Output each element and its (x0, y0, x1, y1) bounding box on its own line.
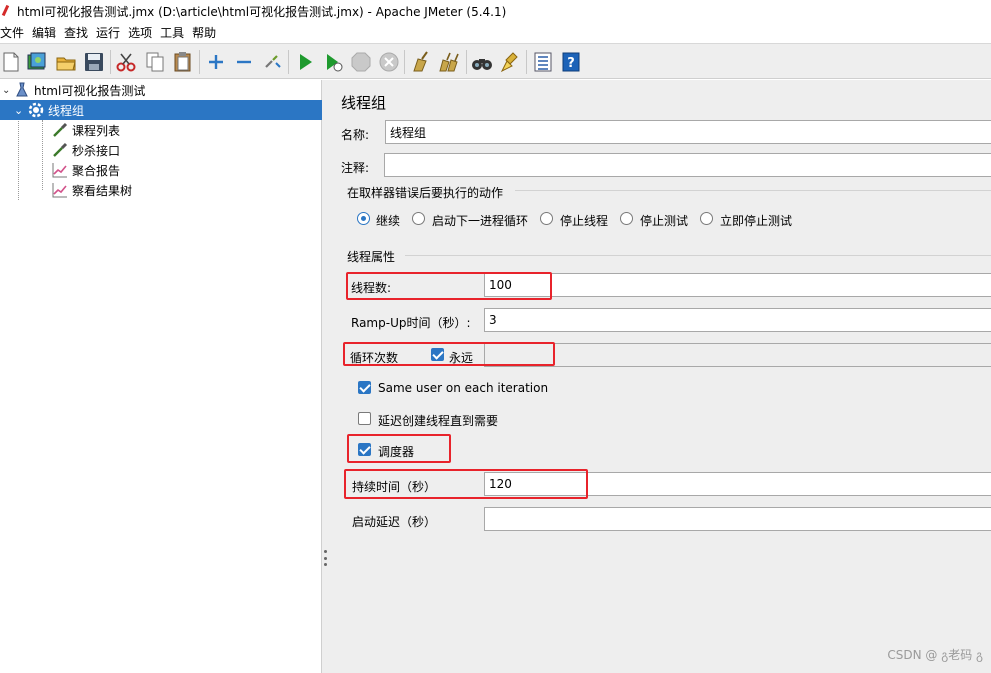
loop-forever-label[interactable]: 永远 (449, 349, 473, 366)
start-no-pause-icon[interactable] (322, 51, 344, 73)
error-action-section-label: 在取样器错误后要执行的动作 (347, 186, 504, 200)
stop-icon[interactable] (350, 51, 372, 73)
threads-label: 线程数: (351, 281, 392, 295)
test-plan-icon (14, 82, 30, 98)
watermark: CSDN @ გ老码 გ (887, 648, 983, 662)
paste-icon[interactable] (172, 51, 194, 73)
tree-node-http-request[interactable]: 课程列表 (52, 120, 120, 140)
search-icon[interactable] (471, 51, 493, 73)
same-user-label[interactable]: Same user on each iteration (378, 381, 548, 395)
menu-options[interactable]: 选项 (128, 24, 156, 41)
duration-field[interactable] (484, 472, 991, 496)
tree-node-label: html可视化报告测试 (34, 83, 146, 98)
tree-node-label: 课程列表 (72, 123, 121, 138)
collapse-icon[interactable] (233, 51, 255, 73)
loop-count-field (484, 343, 991, 367)
chart-icon (52, 182, 68, 198)
toolbar: ? (0, 43, 991, 79)
tree-node-label: 线程组 (48, 103, 85, 118)
tree-node-listener[interactable]: 察看结果树 (52, 180, 132, 200)
delay-thread-creation-label[interactable]: 延迟创建线程直到需要 (378, 412, 498, 429)
save-icon[interactable] (83, 51, 105, 73)
radio-stop-test-now-label[interactable]: 立即停止测试 (720, 212, 792, 229)
clear-icon[interactable] (410, 51, 432, 73)
svg-text:?: ? (567, 56, 575, 71)
cut-icon[interactable] (115, 51, 137, 73)
tree-node-http-request[interactable]: 秒杀接口 (52, 140, 120, 160)
pipette-icon (52, 142, 68, 158)
chevron-down-icon[interactable]: ⌄ (14, 104, 28, 117)
startup-delay-field[interactable] (484, 507, 991, 531)
start-icon[interactable] (294, 51, 316, 73)
same-user-checkbox[interactable] (358, 381, 371, 394)
radio-stop-test-now[interactable] (700, 212, 713, 225)
thread-properties-section-label: 线程属性 (347, 250, 396, 264)
tree-node-listener[interactable]: 聚合报告 (52, 160, 120, 180)
copy-icon[interactable] (144, 51, 166, 73)
test-plan-tree: ⌄ html可视化报告测试 ⌄ 线程组 课程列表 秒杀接口 聚合报告 察看结果树 (0, 80, 322, 673)
name-field[interactable] (385, 120, 991, 144)
menu-search[interactable]: 查找 (64, 24, 92, 41)
templates-icon[interactable] (26, 51, 48, 73)
thread-group-panel: 线程组 名称: 注释: 在取样器错误后要执行的动作 继续 启动下一进程循环 停止… (330, 80, 991, 673)
threads-field[interactable] (484, 273, 991, 297)
jmeter-feather-icon (1, 5, 11, 17)
menu-help[interactable]: 帮助 (192, 24, 220, 41)
radio-start-next-loop[interactable] (412, 212, 425, 225)
panel-title: 线程组 (341, 94, 387, 112)
radio-stop-thread-label[interactable]: 停止线程 (560, 212, 608, 229)
tree-node-label: 察看结果树 (72, 183, 133, 198)
comment-field[interactable] (384, 153, 991, 177)
menu-file[interactable]: 文件 (0, 24, 28, 41)
open-icon[interactable] (55, 51, 77, 73)
loop-count-label: 循环次数 (350, 351, 399, 365)
menu-run[interactable]: 运行 (96, 24, 124, 41)
chart-icon (52, 162, 68, 178)
tree-node-label: 秒杀接口 (72, 143, 121, 158)
radio-continue-label[interactable]: 继续 (376, 212, 400, 229)
rampup-field[interactable] (484, 308, 991, 332)
scheduler-checkbox[interactable] (358, 443, 371, 456)
gear-icon (28, 102, 44, 118)
comment-label: 注释: (341, 161, 370, 175)
radio-stop-test[interactable] (620, 212, 633, 225)
menu-edit[interactable]: 编辑 (32, 24, 60, 41)
menu-tools[interactable]: 工具 (160, 24, 188, 41)
scheduler-label[interactable]: 调度器 (378, 443, 414, 460)
split-pane-divider[interactable] (322, 80, 330, 673)
toggle-icon[interactable] (262, 51, 284, 73)
drag-handle-icon[interactable] (324, 550, 327, 566)
delay-thread-creation-checkbox[interactable] (358, 412, 371, 425)
new-icon[interactable] (0, 51, 22, 73)
duration-label: 持续时间（秒） (352, 480, 437, 494)
reset-search-icon[interactable] (499, 51, 521, 73)
shutdown-icon[interactable] (378, 51, 400, 73)
pipette-icon (52, 122, 68, 138)
chevron-down-icon[interactable]: ⌄ (2, 85, 14, 96)
function-helper-icon[interactable] (532, 51, 554, 73)
tree-node-label: 聚合报告 (72, 163, 121, 178)
window-title: html可视化报告测试.jmx (D:\article\html可视化报告测试.… (17, 4, 507, 19)
radio-start-next-loop-label[interactable]: 启动下一进程循环 (432, 212, 528, 229)
radio-stop-test-label[interactable]: 停止测试 (640, 212, 688, 229)
expand-icon[interactable] (205, 51, 227, 73)
clear-all-icon[interactable] (438, 51, 460, 73)
name-label: 名称: (341, 128, 370, 142)
loop-forever-checkbox[interactable] (431, 348, 444, 361)
radio-continue[interactable] (357, 212, 370, 225)
rampup-label: Ramp-Up时间（秒）: (351, 316, 471, 330)
menu-bar: 文件 编辑 查找 运行 选项 工具 帮助 (0, 22, 991, 43)
radio-stop-thread[interactable] (540, 212, 553, 225)
help-icon[interactable]: ? (560, 51, 582, 73)
startup-delay-label: 启动延迟（秒） (352, 515, 437, 529)
tree-node-test-plan[interactable]: ⌄ html可视化报告测试 (0, 80, 322, 100)
tree-node-thread-group[interactable]: ⌄ 线程组 (0, 100, 322, 120)
title-bar: html可视化报告测试.jmx (D:\article\html可视化报告测试.… (0, 0, 991, 22)
